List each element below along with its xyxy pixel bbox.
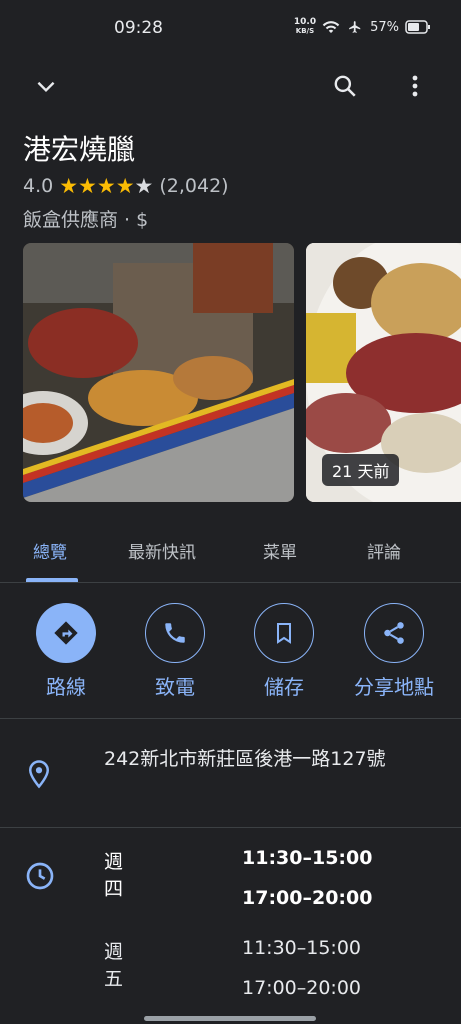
- wifi-icon: [322, 21, 340, 33]
- tab-bar: 總覽 最新快訊 菜單 評論: [0, 520, 461, 582]
- battery-percent: 57%: [370, 19, 399, 35]
- clock-icon: [24, 860, 56, 896]
- network-speed: 10.0 KB/S: [293, 17, 317, 36]
- rating-row[interactable]: 4.0 ★★★★★ (2,042): [23, 174, 229, 198]
- review-count: (2,042): [159, 175, 229, 197]
- divider: [0, 827, 461, 828]
- more-vert-icon: [412, 75, 418, 97]
- hours-slot: 17:00–20:00: [242, 977, 362, 999]
- airplane-icon: [349, 21, 361, 33]
- search-button[interactable]: [325, 66, 365, 106]
- hours-day: 週四: [104, 851, 124, 900]
- divider: [0, 718, 461, 719]
- star-rating-icon: ★★★★★: [59, 174, 154, 198]
- place-title: 港宏燒臘: [23, 133, 136, 166]
- rating-value: 4.0: [23, 175, 54, 197]
- hours-slot: 11:30–15:00: [242, 937, 362, 959]
- divider: [0, 582, 461, 583]
- share-icon: [384, 622, 404, 644]
- home-indicator[interactable]: [144, 1016, 316, 1021]
- save-button[interactable]: 儲存: [234, 603, 334, 700]
- directions-label: 路線: [46, 675, 86, 699]
- photo-age-badge: 21 天前: [322, 454, 400, 486]
- bookmark-icon: [277, 623, 291, 644]
- address-text[interactable]: 242新北市新莊區後港一路127號: [104, 738, 434, 780]
- directions-icon: [54, 621, 78, 645]
- place-category: 飯盒供應商 · $: [23, 209, 149, 231]
- tab-updates[interactable]: 最新快訊: [128, 538, 196, 563]
- tab-reviews[interactable]: 評論: [367, 538, 401, 563]
- share-label: 分享地點: [354, 675, 434, 699]
- food-photo-image: [23, 243, 294, 502]
- call-label: 致電: [155, 675, 195, 699]
- search-icon: [334, 75, 356, 97]
- chevron-down-icon: [37, 81, 55, 93]
- phone-icon: [165, 623, 185, 643]
- more-options-button[interactable]: [395, 66, 435, 106]
- call-button[interactable]: 致電: [125, 603, 225, 700]
- hours-day: 週五: [104, 941, 124, 990]
- location-pin-icon: [24, 758, 54, 794]
- tab-overview[interactable]: 總覽: [33, 538, 67, 563]
- action-buttons: 路線 致電 儲存 分享地點: [0, 600, 461, 710]
- collapse-button[interactable]: [26, 66, 66, 106]
- save-label: 儲存: [264, 675, 304, 699]
- tab-menu[interactable]: 菜單: [263, 538, 297, 563]
- directions-button[interactable]: 路線: [16, 603, 116, 700]
- place-photo[interactable]: [23, 243, 294, 502]
- status-bar: 09:28 10.0 KB/S 57%: [0, 0, 461, 60]
- hours-slot: 11:30–15:00: [242, 847, 373, 869]
- hours-slot: 17:00–20:00: [242, 887, 373, 909]
- place-photo[interactable]: 21 天前: [306, 243, 461, 502]
- share-button[interactable]: 分享地點: [344, 603, 444, 700]
- battery-icon: [405, 20, 430, 34]
- status-time: 09:28: [114, 18, 163, 38]
